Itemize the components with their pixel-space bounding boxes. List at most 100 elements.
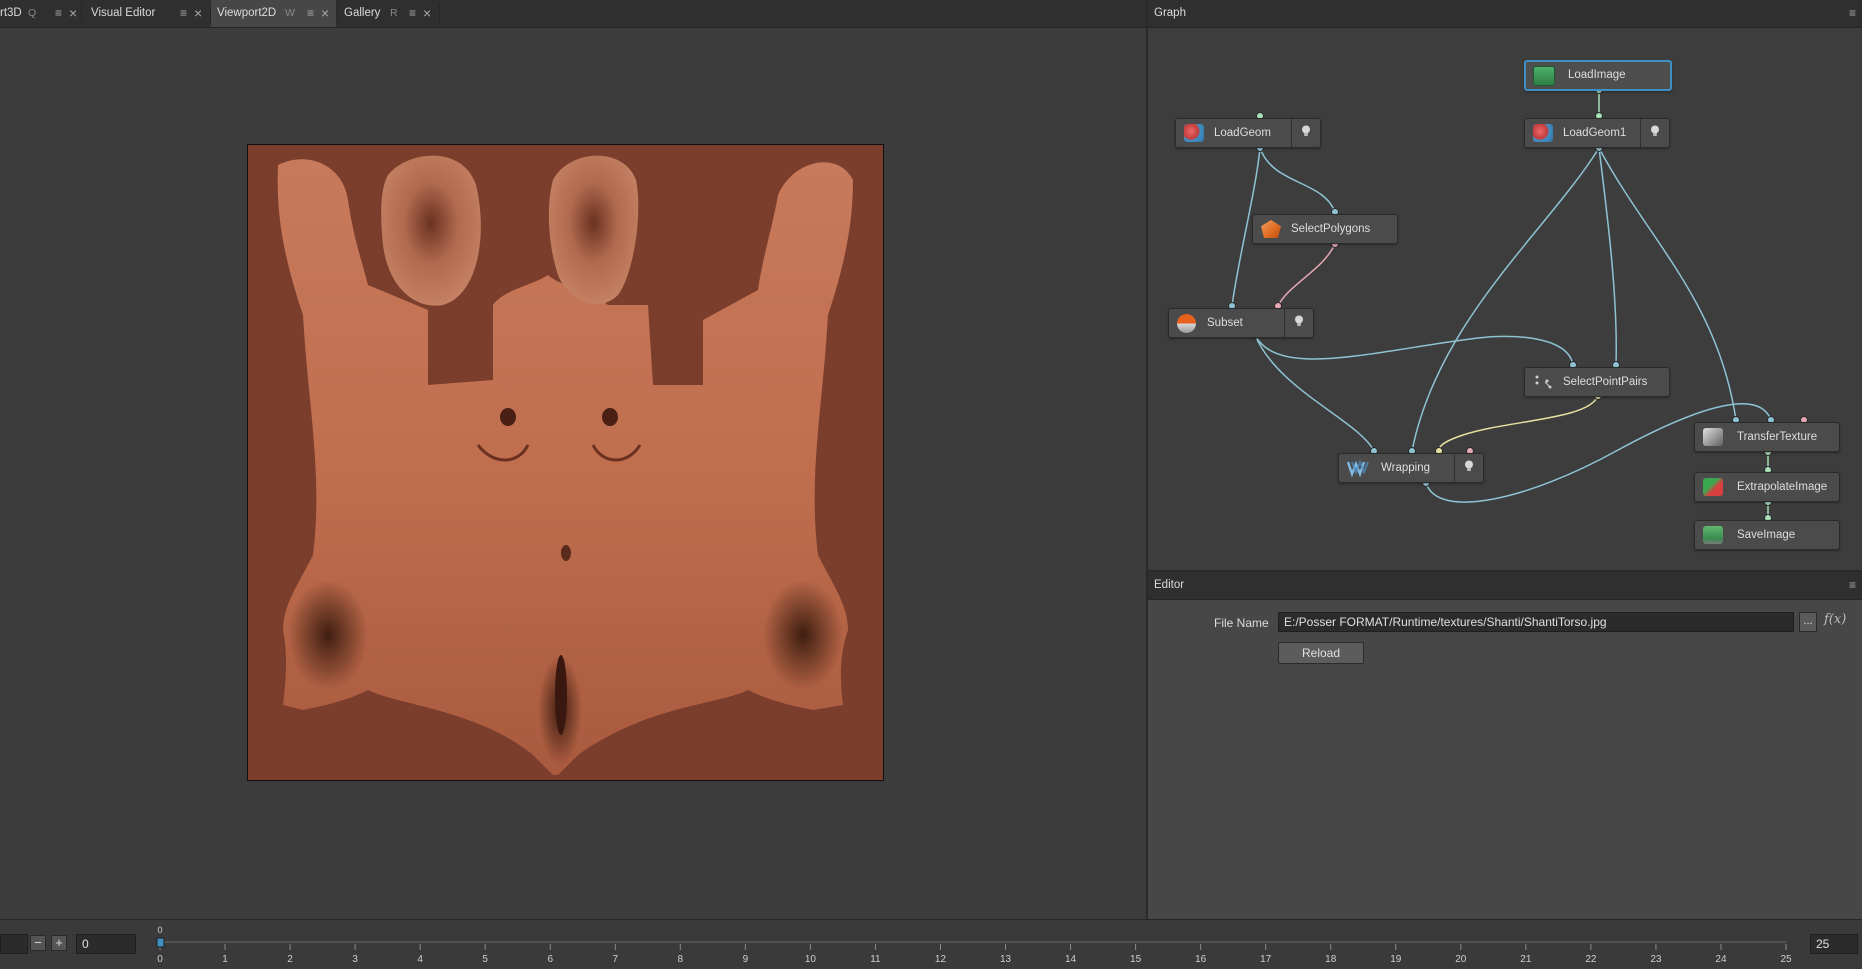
tab-hotkey: W	[285, 7, 295, 19]
wire-selectpolygons-subset	[1277, 243, 1336, 307]
node-label: SaveImage	[1737, 529, 1796, 541]
tab-label: rt3D	[0, 7, 22, 19]
editor-panel: Editor ≡ File Name ... f(x) Reload	[1148, 570, 1862, 921]
timeline-tick-label: 23	[1650, 954, 1662, 965]
geometry-icon	[1533, 124, 1553, 142]
node-label: LoadImage	[1568, 69, 1626, 81]
timeline-tick-label: 5	[482, 954, 488, 965]
tab-viewport2d[interactable]: Viewport2D W ≡ ×	[211, 0, 336, 27]
bypass-toggle[interactable]	[1284, 309, 1313, 337]
node-saveimage[interactable]: SaveImage	[1694, 520, 1840, 550]
tab-hotkey: Q	[28, 7, 37, 19]
timeline-tick-label: 25	[1780, 954, 1792, 965]
timeline-tick-label: 17	[1260, 954, 1272, 965]
node-loadgeom[interactable]: LoadGeom	[1175, 118, 1321, 148]
transfer-icon	[1703, 428, 1723, 446]
node-subset[interactable]: Subset	[1168, 308, 1314, 338]
polygon-select-icon	[1261, 220, 1281, 238]
panel-menu-icon[interactable]: ≡	[1849, 572, 1856, 599]
tab-gallery[interactable]: Gallery R ≡ ×	[338, 0, 438, 27]
bypass-toggle[interactable]	[1291, 119, 1320, 147]
playhead[interactable]	[156, 937, 165, 948]
node-label: Subset	[1207, 317, 1243, 329]
wire-loadgeom-selectpolygons	[1259, 147, 1336, 213]
node-transfertexture[interactable]: TransferTexture	[1694, 422, 1840, 452]
wire-loadgeom1-wrapping	[1411, 147, 1600, 452]
timeline-tick-label: 3	[352, 954, 358, 965]
node-label: ExtrapolateImage	[1737, 481, 1828, 493]
tab-menu-icon[interactable]: ≡	[55, 0, 62, 27]
graph-panel: Graph ≡ LoadImage LoadGeom LoadGeom1 Sel…	[1148, 0, 1862, 570]
node-selectpointpairs[interactable]: SelectPointPairs	[1524, 367, 1670, 397]
timeline-tick-label: 9	[743, 954, 749, 965]
lightbulb-icon	[1651, 125, 1659, 136]
timeline-tick-label: 18	[1325, 954, 1337, 965]
wire-selectpointpairs-wrapping	[1438, 395, 1599, 452]
editor-header: Editor ≡	[1148, 572, 1862, 600]
timeline-tick-label: 16	[1195, 954, 1207, 965]
bypass-toggle[interactable]	[1640, 119, 1669, 147]
timeline-tick-label: 10	[805, 954, 817, 965]
tab-menu-icon[interactable]: ≡	[180, 0, 187, 27]
node-label: SelectPointPairs	[1563, 376, 1648, 388]
timeline-tick-label: 11	[870, 954, 881, 965]
subset-icon	[1177, 314, 1196, 333]
tab-label: Visual Editor	[91, 7, 156, 19]
close-icon[interactable]: ×	[321, 0, 329, 27]
tab-menu-icon[interactable]: ≡	[307, 0, 314, 27]
tab-visual-editor[interactable]: Visual Editor E ≡ ×	[82, 0, 243, 27]
tab-label: Viewport2D	[217, 7, 277, 19]
texture-preview[interactable]	[247, 144, 884, 781]
timeline-tick-label: 4	[417, 954, 423, 965]
timeline-ruler[interactable]: 0 1 2 3 4 5 6 7 8 9 10 11 12 13 14 15 16 17 18 19 20 21 22 23 24…	[0, 920, 1862, 969]
timeline-tick-label: 14	[1065, 954, 1077, 965]
timeline-tick-label: 15	[1130, 954, 1142, 965]
editor-title: Editor	[1154, 579, 1185, 591]
expression-icon[interactable]: f(x)	[1824, 612, 1846, 627]
timeline-tick-label: 24	[1715, 954, 1727, 965]
wire-loadgeom1-selectpointpairs	[1598, 147, 1617, 366]
tab-menu-icon[interactable]: ≡	[409, 0, 416, 27]
close-icon[interactable]: ×	[423, 0, 431, 27]
close-icon[interactable]: ×	[69, 0, 77, 27]
timeline-bar: − + 012345678910111213141516171819202122…	[0, 919, 1862, 969]
wrap-icon	[1346, 459, 1369, 478]
uv-texture-image	[248, 145, 883, 780]
wire-subset-selectpointpairs	[1254, 334, 1574, 366]
end-frame-field[interactable]	[1810, 934, 1858, 954]
timeline-tick-label: 19	[1390, 954, 1402, 965]
node-selectpolygons[interactable]: SelectPolygons	[1252, 214, 1398, 244]
node-extrapolateimage[interactable]: ExtrapolateImage	[1694, 472, 1840, 502]
viewport2d-panel: rt3D Q ≡ × Visual Editor E ≡ × Viewport2…	[0, 0, 1146, 919]
lightbulb-icon	[1465, 460, 1473, 471]
save-image-icon	[1703, 526, 1723, 544]
tab-label: Gallery	[344, 7, 381, 19]
node-label: Wrapping	[1381, 462, 1431, 474]
timeline-tick-label: 21	[1520, 954, 1532, 965]
browse-button[interactable]: ...	[1799, 612, 1817, 632]
node-wrapping[interactable]: Wrapping	[1338, 453, 1484, 483]
reload-button[interactable]: Reload	[1278, 642, 1364, 664]
node-label: LoadGeom1	[1563, 127, 1627, 139]
close-icon[interactable]: ×	[194, 0, 202, 27]
node-label: LoadGeom	[1214, 127, 1271, 139]
timeline-tick-label: 13	[1000, 954, 1012, 965]
bypass-toggle[interactable]	[1454, 454, 1483, 482]
node-label: TransferTexture	[1737, 431, 1818, 443]
node-label: SelectPolygons	[1291, 223, 1371, 235]
tab-hotkey: R	[390, 7, 398, 19]
geometry-icon	[1184, 124, 1204, 142]
tab-bar: rt3D Q ≡ × Visual Editor E ≡ × Viewport2…	[0, 0, 1146, 28]
file-name-field[interactable]	[1278, 612, 1794, 632]
node-loadimage[interactable]: LoadImage	[1524, 60, 1672, 91]
node-loadgeom1[interactable]: LoadGeom1	[1524, 118, 1670, 148]
timeline-tick-label: 0	[157, 954, 163, 965]
timeline-tick-label: 7	[612, 954, 618, 965]
image-icon	[1533, 66, 1555, 86]
timeline-tick-label: 12	[935, 954, 947, 965]
timeline-tick-label: 20	[1455, 954, 1467, 965]
timeline-tick-label: 6	[547, 954, 553, 965]
lightbulb-icon	[1302, 125, 1310, 136]
timeline-tick-label: 2	[287, 954, 293, 965]
tab-viewport3d[interactable]: rt3D Q ≡ ×	[0, 0, 80, 27]
